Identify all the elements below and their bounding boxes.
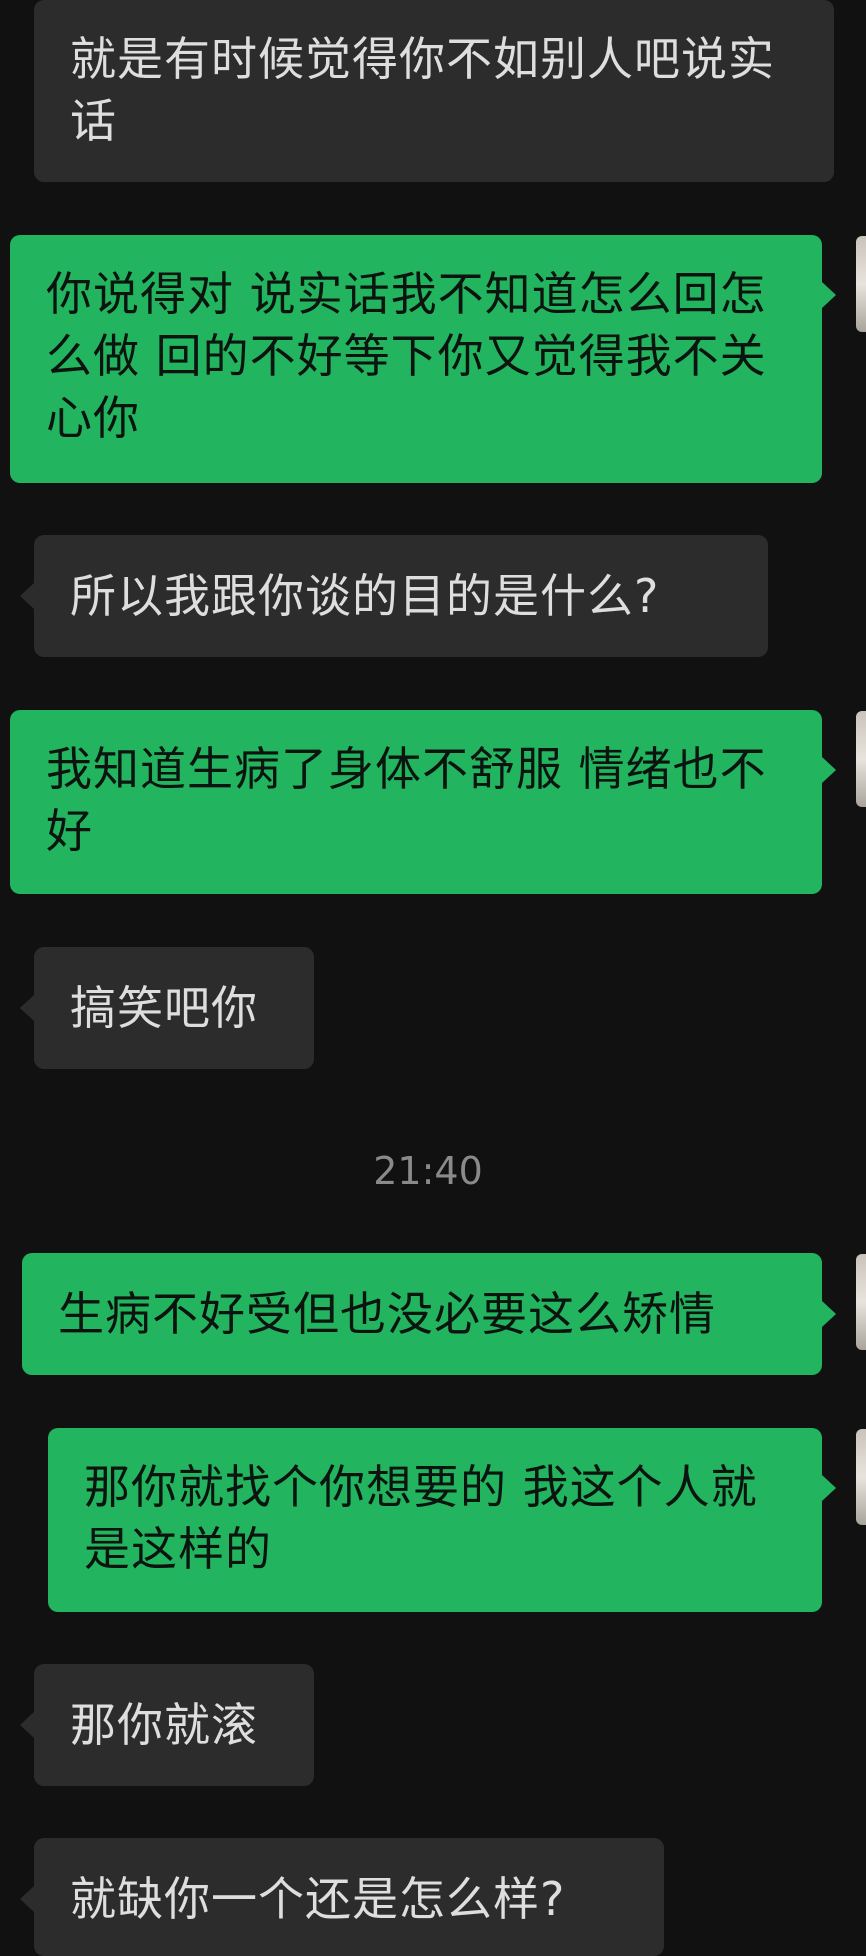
outgoing-message-bubble[interactable]: 生病不好受但也没必要这么矫情 (22, 1253, 822, 1375)
avatar[interactable] (856, 236, 866, 332)
incoming-message-bubble[interactable]: 就是有时候觉得你不如别人吧说实话 (34, 0, 834, 182)
incoming-message-bubble[interactable]: 就缺你一个还是怎么样? (34, 1838, 664, 1956)
message-text: 你说得对 说实话我不知道怎么回怎么做 回的不好等下你又觉得我不关心你 (46, 267, 767, 445)
bubble-tail-icon (822, 757, 836, 783)
bubble-tail-icon (20, 995, 34, 1021)
message-text: 所以我跟你谈的目的是什么? (70, 569, 660, 623)
message-text: 就缺你一个还是怎么样? (70, 1872, 566, 1926)
message-text: 那你就滚 (70, 1698, 258, 1752)
message-text: 就是有时候觉得你不如别人吧说实话 (70, 32, 775, 148)
avatar[interactable] (856, 1429, 866, 1525)
outgoing-message-bubble[interactable]: 那你就找个你想要的 我这个人就是这样的 (48, 1428, 822, 1612)
message-text: 我知道生病了身体不舒服 情绪也不好 (46, 742, 767, 858)
bubble-tail-icon (822, 1475, 836, 1501)
message-text: 那你就找个你想要的 我这个人就是这样的 (84, 1460, 758, 1576)
bubble-tail-icon (20, 583, 34, 609)
message-timestamp: 21:40 (373, 1149, 483, 1193)
bubble-tail-icon (822, 1301, 836, 1327)
chat-message-list[interactable]: 就是有时候觉得你不如别人吧说实话 你说得对 说实话我不知道怎么回怎么做 回的不好… (0, 0, 866, 1956)
bubble-tail-icon (20, 1886, 34, 1912)
message-text: 生病不好受但也没必要这么矫情 (58, 1287, 716, 1341)
avatar[interactable] (856, 1254, 866, 1350)
incoming-message-bubble[interactable]: 那你就滚 (34, 1664, 314, 1786)
outgoing-message-bubble[interactable]: 你说得对 说实话我不知道怎么回怎么做 回的不好等下你又觉得我不关心你 (10, 235, 822, 483)
incoming-message-bubble[interactable]: 搞笑吧你 (34, 947, 314, 1069)
bubble-tail-icon (822, 282, 836, 308)
outgoing-message-bubble[interactable]: 我知道生病了身体不舒服 情绪也不好 (10, 710, 822, 894)
bubble-tail-icon (20, 1712, 34, 1738)
message-text: 搞笑吧你 (70, 981, 258, 1035)
incoming-message-bubble[interactable]: 所以我跟你谈的目的是什么? (34, 535, 768, 657)
avatar[interactable] (856, 711, 866, 807)
